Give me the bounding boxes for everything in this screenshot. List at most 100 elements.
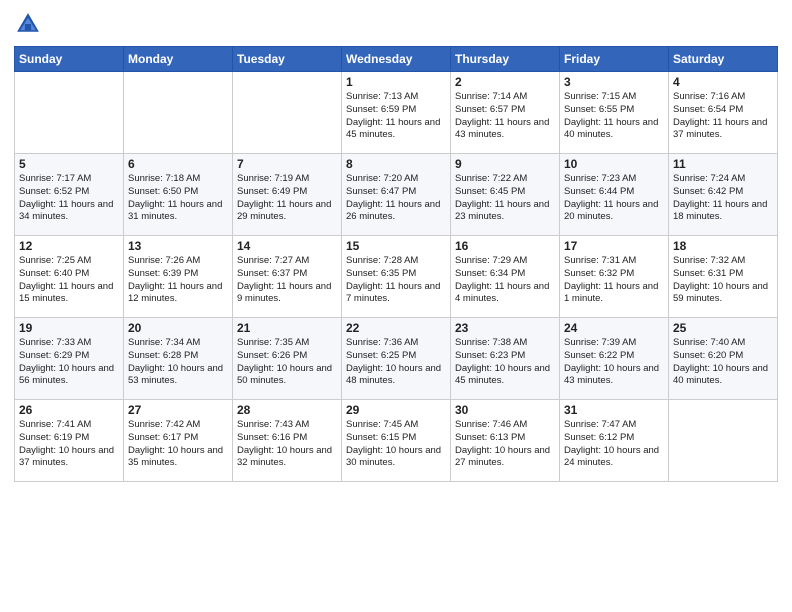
col-header-saturday: Saturday: [669, 47, 778, 72]
col-header-thursday: Thursday: [451, 47, 560, 72]
day-number: 2: [455, 75, 555, 89]
calendar-cell: 12 Sunrise: 7:25 AM Sunset: 6:40 PM Dayli…: [15, 236, 124, 318]
calendar-table: SundayMondayTuesdayWednesdayThursdayFrid…: [14, 46, 778, 482]
calendar-cell: 4 Sunrise: 7:16 AM Sunset: 6:54 PM Daylig…: [669, 72, 778, 154]
calendar-cell: 22 Sunrise: 7:36 AM Sunset: 6:25 PM Dayli…: [342, 318, 451, 400]
day-number: 11: [673, 157, 773, 171]
day-number: 3: [564, 75, 664, 89]
calendar-week-row: 19 Sunrise: 7:33 AM Sunset: 6:29 PM Dayli…: [15, 318, 778, 400]
calendar-cell: 2 Sunrise: 7:14 AM Sunset: 6:57 PM Daylig…: [451, 72, 560, 154]
day-info: Sunrise: 7:15 AM Sunset: 6:55 PM Dayligh…: [564, 91, 664, 142]
calendar-cell: 16 Sunrise: 7:29 AM Sunset: 6:34 PM Dayli…: [451, 236, 560, 318]
calendar-cell: 28 Sunrise: 7:43 AM Sunset: 6:16 PM Dayli…: [233, 400, 342, 482]
day-number: 24: [564, 321, 664, 335]
calendar-week-row: 26Sunrise: 7:41 AM Sunset: 6:19 PM Dayli…: [15, 400, 778, 482]
day-number: 25: [673, 321, 773, 335]
calendar-cell: 18 Sunrise: 7:32 AM Sunset: 6:31 PM Dayli…: [669, 236, 778, 318]
day-info: Sunrise: 7:28 AM Sunset: 6:35 PM Dayligh…: [346, 255, 446, 306]
calendar-cell: 11 Sunrise: 7:24 AM Sunset: 6:42 PM Dayli…: [669, 154, 778, 236]
day-info: Sunrise: 7:43 AM Sunset: 6:16 PM Dayligh…: [237, 419, 337, 470]
calendar-cell: 20 Sunrise: 7:34 AM Sunset: 6:28 PM Dayli…: [124, 318, 233, 400]
day-info: Sunrise: 7:42 AM Sunset: 6:17 PM Dayligh…: [128, 419, 228, 470]
day-info: Sunrise: 7:31 AM Sunset: 6:32 PM Dayligh…: [564, 255, 664, 306]
day-number: 8: [346, 157, 446, 171]
calendar-cell: 17 Sunrise: 7:31 AM Sunset: 6:32 PM Dayli…: [560, 236, 669, 318]
calendar-cell: 31 Sunrise: 7:47 AM Sunset: 6:12 PM Dayli…: [560, 400, 669, 482]
calendar-cell: 15 Sunrise: 7:28 AM Sunset: 6:35 PM Dayli…: [342, 236, 451, 318]
calendar-cell: [233, 72, 342, 154]
calendar-cell: 8Sunrise: 7:20 AM Sunset: 6:47 PM Daylig…: [342, 154, 451, 236]
day-info: Sunrise: 7:36 AM Sunset: 6:25 PM Dayligh…: [346, 337, 446, 388]
day-number: 12: [19, 239, 119, 253]
day-info: Sunrise: 7:29 AM Sunset: 6:34 PM Dayligh…: [455, 255, 555, 306]
col-header-wednesday: Wednesday: [342, 47, 451, 72]
calendar-header-row: SundayMondayTuesdayWednesdayThursdayFrid…: [15, 47, 778, 72]
day-info: Sunrise: 7:39 AM Sunset: 6:22 PM Dayligh…: [564, 337, 664, 388]
page: SundayMondayTuesdayWednesdayThursdayFrid…: [0, 0, 792, 612]
day-number: 15: [346, 239, 446, 253]
calendar-cell: 30 Sunrise: 7:46 AM Sunset: 6:13 PM Dayli…: [451, 400, 560, 482]
day-number: 9: [455, 157, 555, 171]
logo: [14, 10, 46, 38]
day-number: 13: [128, 239, 228, 253]
generalblue-logo-icon: [14, 10, 42, 38]
day-number: 30: [455, 403, 555, 417]
day-info: Sunrise: 7:17 AM Sunset: 6:52 PM Dayligh…: [19, 173, 119, 224]
calendar-cell: [669, 400, 778, 482]
day-info: Sunrise: 7:33 AM Sunset: 6:29 PM Dayligh…: [19, 337, 119, 388]
day-info: Sunrise: 7:40 AM Sunset: 6:20 PM Dayligh…: [673, 337, 773, 388]
day-number: 21: [237, 321, 337, 335]
calendar-cell: 25 Sunrise: 7:40 AM Sunset: 6:20 PM Dayli…: [669, 318, 778, 400]
calendar-cell: 23Sunrise: 7:38 AM Sunset: 6:23 PM Dayli…: [451, 318, 560, 400]
day-number: 29: [346, 403, 446, 417]
day-info: Sunrise: 7:35 AM Sunset: 6:26 PM Dayligh…: [237, 337, 337, 388]
day-number: 16: [455, 239, 555, 253]
calendar-cell: 10Sunrise: 7:23 AM Sunset: 6:44 PM Dayli…: [560, 154, 669, 236]
day-number: 27: [128, 403, 228, 417]
day-info: Sunrise: 7:34 AM Sunset: 6:28 PM Dayligh…: [128, 337, 228, 388]
day-number: 22: [346, 321, 446, 335]
day-info: Sunrise: 7:24 AM Sunset: 6:42 PM Dayligh…: [673, 173, 773, 224]
calendar-cell: [124, 72, 233, 154]
calendar-cell: 5 Sunrise: 7:17 AM Sunset: 6:52 PM Daylig…: [15, 154, 124, 236]
day-number: 4: [673, 75, 773, 89]
day-info: Sunrise: 7:16 AM Sunset: 6:54 PM Dayligh…: [673, 91, 773, 142]
col-header-sunday: Sunday: [15, 47, 124, 72]
day-info: Sunrise: 7:47 AM Sunset: 6:12 PM Dayligh…: [564, 419, 664, 470]
day-number: 20: [128, 321, 228, 335]
day-number: 1: [346, 75, 446, 89]
day-info: Sunrise: 7:26 AM Sunset: 6:39 PM Dayligh…: [128, 255, 228, 306]
calendar-cell: 21 Sunrise: 7:35 AM Sunset: 6:26 PM Dayli…: [233, 318, 342, 400]
calendar-week-row: 12 Sunrise: 7:25 AM Sunset: 6:40 PM Dayli…: [15, 236, 778, 318]
col-header-monday: Monday: [124, 47, 233, 72]
day-number: 18: [673, 239, 773, 253]
calendar-cell: 7Sunrise: 7:19 AM Sunset: 6:49 PM Daylig…: [233, 154, 342, 236]
calendar-cell: 6Sunrise: 7:18 AM Sunset: 6:50 PM Daylig…: [124, 154, 233, 236]
day-number: 6: [128, 157, 228, 171]
calendar-cell: 1 Sunrise: 7:13 AM Sunset: 6:59 PM Daylig…: [342, 72, 451, 154]
header: [14, 10, 778, 38]
calendar-cell: 9 Sunrise: 7:22 AM Sunset: 6:45 PM Daylig…: [451, 154, 560, 236]
day-number: 5: [19, 157, 119, 171]
day-info: Sunrise: 7:14 AM Sunset: 6:57 PM Dayligh…: [455, 91, 555, 142]
day-info: Sunrise: 7:13 AM Sunset: 6:59 PM Dayligh…: [346, 91, 446, 142]
day-info: Sunrise: 7:19 AM Sunset: 6:49 PM Dayligh…: [237, 173, 337, 224]
day-info: Sunrise: 7:46 AM Sunset: 6:13 PM Dayligh…: [455, 419, 555, 470]
day-number: 17: [564, 239, 664, 253]
calendar-week-row: 1 Sunrise: 7:13 AM Sunset: 6:59 PM Daylig…: [15, 72, 778, 154]
calendar-cell: 29 Sunrise: 7:45 AM Sunset: 6:15 PM Dayli…: [342, 400, 451, 482]
day-info: Sunrise: 7:22 AM Sunset: 6:45 PM Dayligh…: [455, 173, 555, 224]
calendar-cell: 24 Sunrise: 7:39 AM Sunset: 6:22 PM Dayli…: [560, 318, 669, 400]
day-info: Sunrise: 7:27 AM Sunset: 6:37 PM Dayligh…: [237, 255, 337, 306]
day-info: Sunrise: 7:25 AM Sunset: 6:40 PM Dayligh…: [19, 255, 119, 306]
day-number: 31: [564, 403, 664, 417]
day-info: Sunrise: 7:32 AM Sunset: 6:31 PM Dayligh…: [673, 255, 773, 306]
calendar-cell: 13 Sunrise: 7:26 AM Sunset: 6:39 PM Dayli…: [124, 236, 233, 318]
calendar-cell: 27 Sunrise: 7:42 AM Sunset: 6:17 PM Dayli…: [124, 400, 233, 482]
col-header-friday: Friday: [560, 47, 669, 72]
day-info: Sunrise: 7:45 AM Sunset: 6:15 PM Dayligh…: [346, 419, 446, 470]
day-info: Sunrise: 7:41 AM Sunset: 6:19 PM Dayligh…: [19, 419, 119, 470]
day-number: 19: [19, 321, 119, 335]
day-info: Sunrise: 7:38 AM Sunset: 6:23 PM Dayligh…: [455, 337, 555, 388]
day-number: 28: [237, 403, 337, 417]
